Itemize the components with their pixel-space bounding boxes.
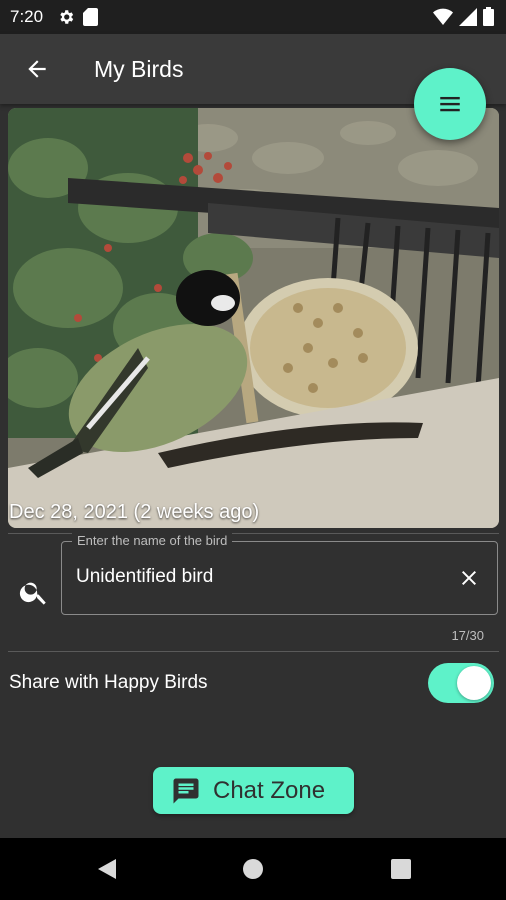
- chat-icon: [173, 778, 199, 803]
- arrow-back-icon: [28, 60, 46, 78]
- divider: [8, 651, 499, 652]
- bird-photo[interactable]: Dec 28, 2021 (2 weeks ago): [8, 108, 499, 528]
- share-label: Share with Happy Birds: [9, 672, 208, 693]
- settings-icon: [60, 10, 74, 24]
- home-circle-icon[interactable]: [240, 856, 266, 882]
- photo-date-caption: Dec 28, 2021 (2 weeks ago): [9, 501, 260, 523]
- bird-name-input[interactable]: Unidentified bird: [76, 566, 213, 588]
- recents-square-icon[interactable]: [388, 856, 414, 882]
- battery-icon: [483, 7, 494, 26]
- navigation-bar: [0, 838, 506, 900]
- back-triangle-icon[interactable]: [94, 856, 120, 882]
- status-time: 7:20: [10, 7, 44, 26]
- menu-fab-button[interactable]: [414, 68, 486, 140]
- page-title: My Birds: [94, 55, 184, 82]
- search-icon: [19, 582, 46, 605]
- bird-name-label: Enter the name of the bird: [72, 533, 233, 548]
- status-right-icons: [433, 7, 494, 26]
- toggle-knob: [457, 666, 491, 700]
- char-counter: 17/30: [451, 628, 484, 643]
- chat-zone-button[interactable]: Chat Zone: [153, 767, 354, 814]
- status-bar: 7:20: [0, 0, 506, 34]
- signal-icon: [459, 7, 477, 26]
- share-toggle[interactable]: [428, 663, 494, 703]
- wifi-icon: [433, 8, 453, 25]
- sd-card-icon: [83, 8, 99, 26]
- menu-icon: [440, 96, 460, 112]
- bird-name-field[interactable]: Enter the name of the bird Unidentified …: [61, 533, 498, 615]
- chat-zone-label: Chat Zone: [213, 776, 326, 804]
- status-left-icons: [57, 8, 99, 26]
- close-icon[interactable]: [457, 566, 481, 590]
- back-button[interactable]: [15, 47, 59, 91]
- bird-photo-illustration: [8, 108, 499, 528]
- search-button[interactable]: [18, 576, 50, 608]
